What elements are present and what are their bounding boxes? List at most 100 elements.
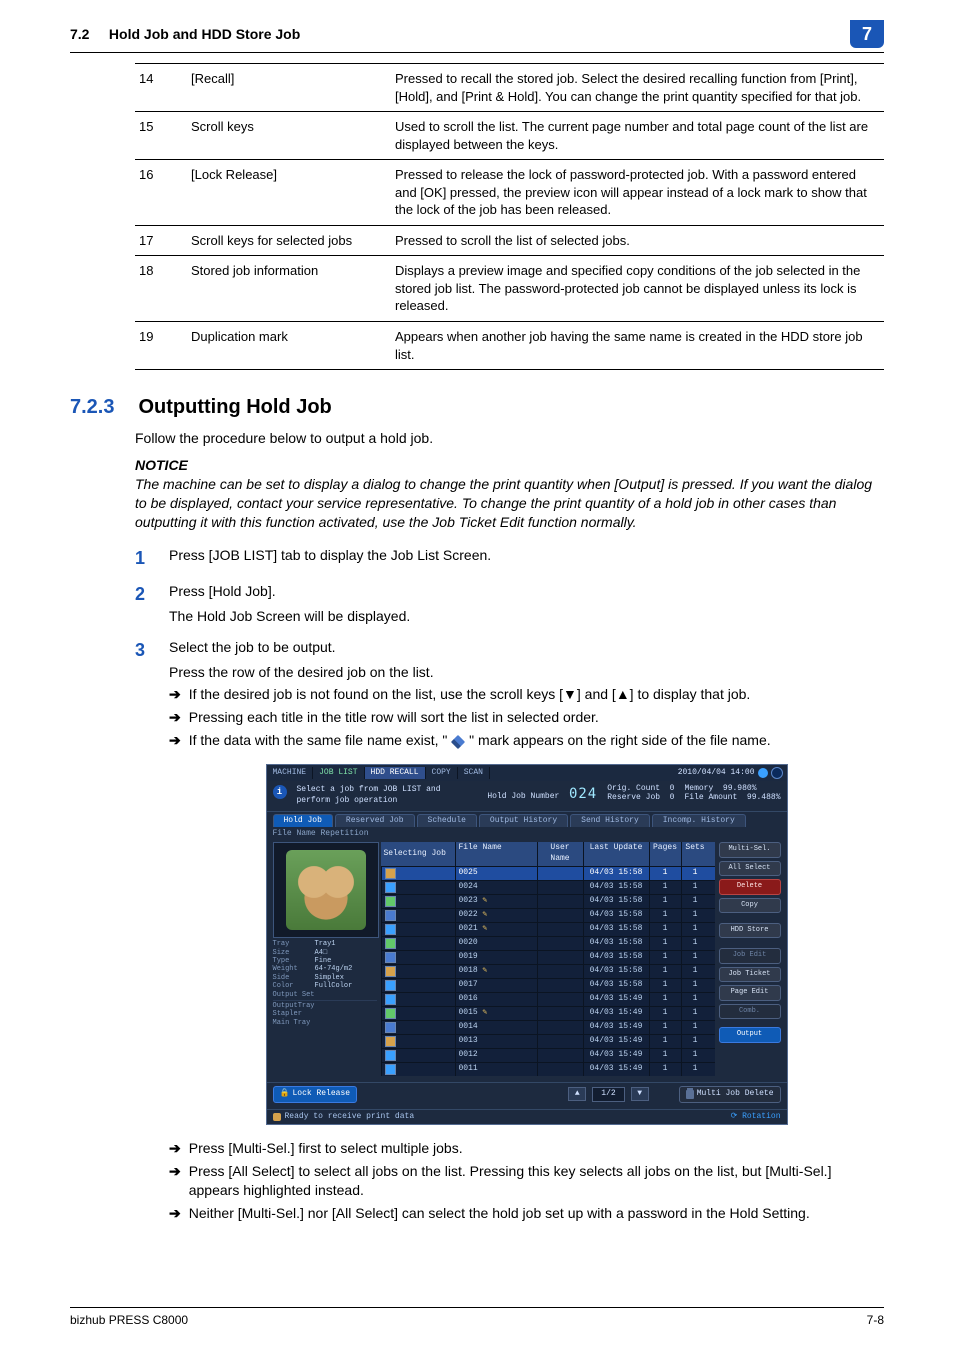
table-row: 18Stored job informationDisplays a previ… bbox=[135, 256, 884, 322]
job-row[interactable]: 001704/03 15:5811 bbox=[381, 978, 715, 992]
last-update: 04/03 15:49 bbox=[583, 1007, 649, 1020]
intro-text: Follow the procedure below to output a h… bbox=[135, 429, 884, 448]
multi-job-delete-button[interactable]: Multi Job Delete bbox=[679, 1086, 781, 1103]
rotation-link[interactable]: ⟳ Rotation bbox=[731, 1112, 781, 1123]
job-row[interactable]: 002404/03 15:5811 bbox=[381, 880, 715, 894]
duplicate-mark-icon: ✎ bbox=[483, 896, 488, 905]
notice-label: NOTICE bbox=[135, 456, 884, 475]
panel-datetime: 2010/04/04 14:00 bbox=[678, 767, 787, 779]
user-name bbox=[537, 909, 583, 922]
scroll-down-button[interactable]: ▼ bbox=[631, 1087, 649, 1101]
subtab-send-history[interactable]: Send History bbox=[570, 814, 650, 828]
pages: 1 bbox=[649, 909, 681, 922]
user-name bbox=[537, 979, 583, 992]
last-update: 04/03 15:49 bbox=[583, 993, 649, 1006]
last-update: 04/03 15:58 bbox=[583, 951, 649, 964]
job-type-icon bbox=[385, 980, 396, 991]
pages: 1 bbox=[649, 965, 681, 978]
section-number: 7.2 bbox=[70, 26, 89, 42]
arrow-icon: ➔ bbox=[169, 1162, 181, 1181]
job-row[interactable]: 001404/03 15:4911 bbox=[381, 1020, 715, 1034]
subsection-title: Outputting Hold Job bbox=[138, 394, 331, 421]
job-ticket-button[interactable]: Job Ticket bbox=[719, 967, 781, 982]
job-row[interactable]: 0021 ✎04/03 15:5811 bbox=[381, 922, 715, 936]
user-name bbox=[537, 951, 583, 964]
file-name: 0015 bbox=[459, 1008, 478, 1017]
job-row[interactable]: 0018 ✎04/03 15:5811 bbox=[381, 964, 715, 978]
pages: 1 bbox=[649, 1063, 681, 1076]
subtab-hold-job[interactable]: Hold Job bbox=[273, 814, 333, 828]
preview-image bbox=[286, 850, 366, 930]
pages: 1 bbox=[649, 881, 681, 894]
step-text: Press [JOB LIST] tab to display the Job … bbox=[169, 546, 884, 565]
job-type-icon bbox=[385, 966, 396, 977]
job-type-icon bbox=[385, 896, 396, 907]
subtab-output-history[interactable]: Output History bbox=[479, 814, 568, 828]
reference-table: 14[Recall]Pressed to recall the stored j… bbox=[135, 63, 884, 370]
last-update: 04/03 15:58 bbox=[583, 923, 649, 936]
tab-machine[interactable]: MACHINE bbox=[267, 767, 314, 780]
job-row[interactable]: 001304/03 15:4911 bbox=[381, 1034, 715, 1048]
delete-button[interactable]: Delete bbox=[719, 879, 781, 894]
user-name bbox=[537, 993, 583, 1006]
file-name: 0011 bbox=[459, 1064, 478, 1073]
last-update: 04/03 15:58 bbox=[583, 881, 649, 894]
duplicate-mark-icon bbox=[451, 734, 465, 748]
arrow-icon: ➔ bbox=[169, 1204, 181, 1223]
tab-scan[interactable]: SCAN bbox=[458, 767, 490, 780]
user-name bbox=[537, 881, 583, 894]
tab-hdd-recall[interactable]: HDD RECALL bbox=[365, 767, 426, 780]
job-row[interactable]: 0022 ✎04/03 15:5811 bbox=[381, 908, 715, 922]
job-row[interactable]: 001904/03 15:5811 bbox=[381, 950, 715, 964]
arrow-icon: ➔ bbox=[169, 1139, 181, 1158]
job-row[interactable]: 001604/03 15:4911 bbox=[381, 992, 715, 1006]
guidance-text: Select a job from JOB LIST and perform j… bbox=[297, 785, 478, 807]
user-name bbox=[537, 1007, 583, 1020]
lock-release-button[interactable]: 🔒 Lock Release bbox=[273, 1086, 358, 1103]
copy-button[interactable]: Copy bbox=[719, 898, 781, 913]
tab-joblist[interactable]: JOB LIST bbox=[313, 767, 364, 780]
sets: 1 bbox=[681, 965, 709, 978]
tab-copy[interactable]: COPY bbox=[426, 767, 458, 780]
step-number: 3 bbox=[135, 638, 153, 1223]
job-row[interactable]: 0023 ✎04/03 15:5811 bbox=[381, 894, 715, 908]
bullet-text: Press [All Select] to select all jobs on… bbox=[189, 1162, 884, 1200]
arrow-icon: ➔ bbox=[169, 708, 181, 727]
subtab-incomp-history[interactable]: Incomp. History bbox=[652, 814, 746, 828]
job-type-icon bbox=[385, 924, 396, 935]
table-row: 14[Recall]Pressed to recall the stored j… bbox=[135, 64, 884, 112]
job-row[interactable]: 001204/03 15:4911 bbox=[381, 1048, 715, 1062]
scroll-up-button[interactable]: ▲ bbox=[568, 1087, 586, 1101]
bullet-text: If the data with the same file name exis… bbox=[189, 731, 884, 750]
all-select-button[interactable]: All Select bbox=[719, 861, 781, 876]
table-row: 17Scroll keys for selected jobsPressed t… bbox=[135, 225, 884, 256]
row-desc: Pressed to release the lock of password-… bbox=[391, 160, 884, 226]
sets: 1 bbox=[681, 951, 709, 964]
job-table-header[interactable]: Selecting Job File Name User Name Last U… bbox=[381, 842, 715, 866]
pages: 1 bbox=[649, 1007, 681, 1020]
pages: 1 bbox=[649, 993, 681, 1006]
sets: 1 bbox=[681, 867, 709, 880]
sets: 1 bbox=[681, 993, 709, 1006]
row-desc: Pressed to scroll the list of selected j… bbox=[391, 225, 884, 256]
subtab-reserved-job[interactable]: Reserved Job bbox=[335, 814, 415, 828]
help-icon[interactable] bbox=[758, 768, 768, 778]
job-edit-button[interactable]: Job Edit bbox=[719, 948, 781, 963]
page-edit-button[interactable]: Page Edit bbox=[719, 985, 781, 1000]
subtab-schedule[interactable]: Schedule bbox=[417, 814, 477, 828]
hdd-store-button[interactable]: HDD Store bbox=[719, 923, 781, 938]
sets: 1 bbox=[681, 1049, 709, 1062]
comb-button[interactable]: Comb. bbox=[719, 1004, 781, 1019]
job-type-icon bbox=[385, 910, 396, 921]
job-type-icon bbox=[385, 1036, 396, 1047]
job-row[interactable]: 0015 ✎04/03 15:4911 bbox=[381, 1006, 715, 1020]
job-row[interactable]: 002504/03 15:5811 bbox=[381, 866, 715, 880]
job-row[interactable]: 002004/03 15:5811 bbox=[381, 936, 715, 950]
file-name: 0013 bbox=[459, 1036, 478, 1045]
accessibility-icon[interactable] bbox=[771, 767, 783, 779]
job-row[interactable]: 001104/03 15:4911 bbox=[381, 1062, 715, 1076]
multi-sel-button[interactable]: Multi-Sel. bbox=[719, 842, 781, 857]
output-button[interactable]: Output bbox=[719, 1027, 781, 1042]
status-text: Ready to receive print data bbox=[285, 1112, 415, 1123]
file-name: 0022 bbox=[459, 910, 478, 919]
